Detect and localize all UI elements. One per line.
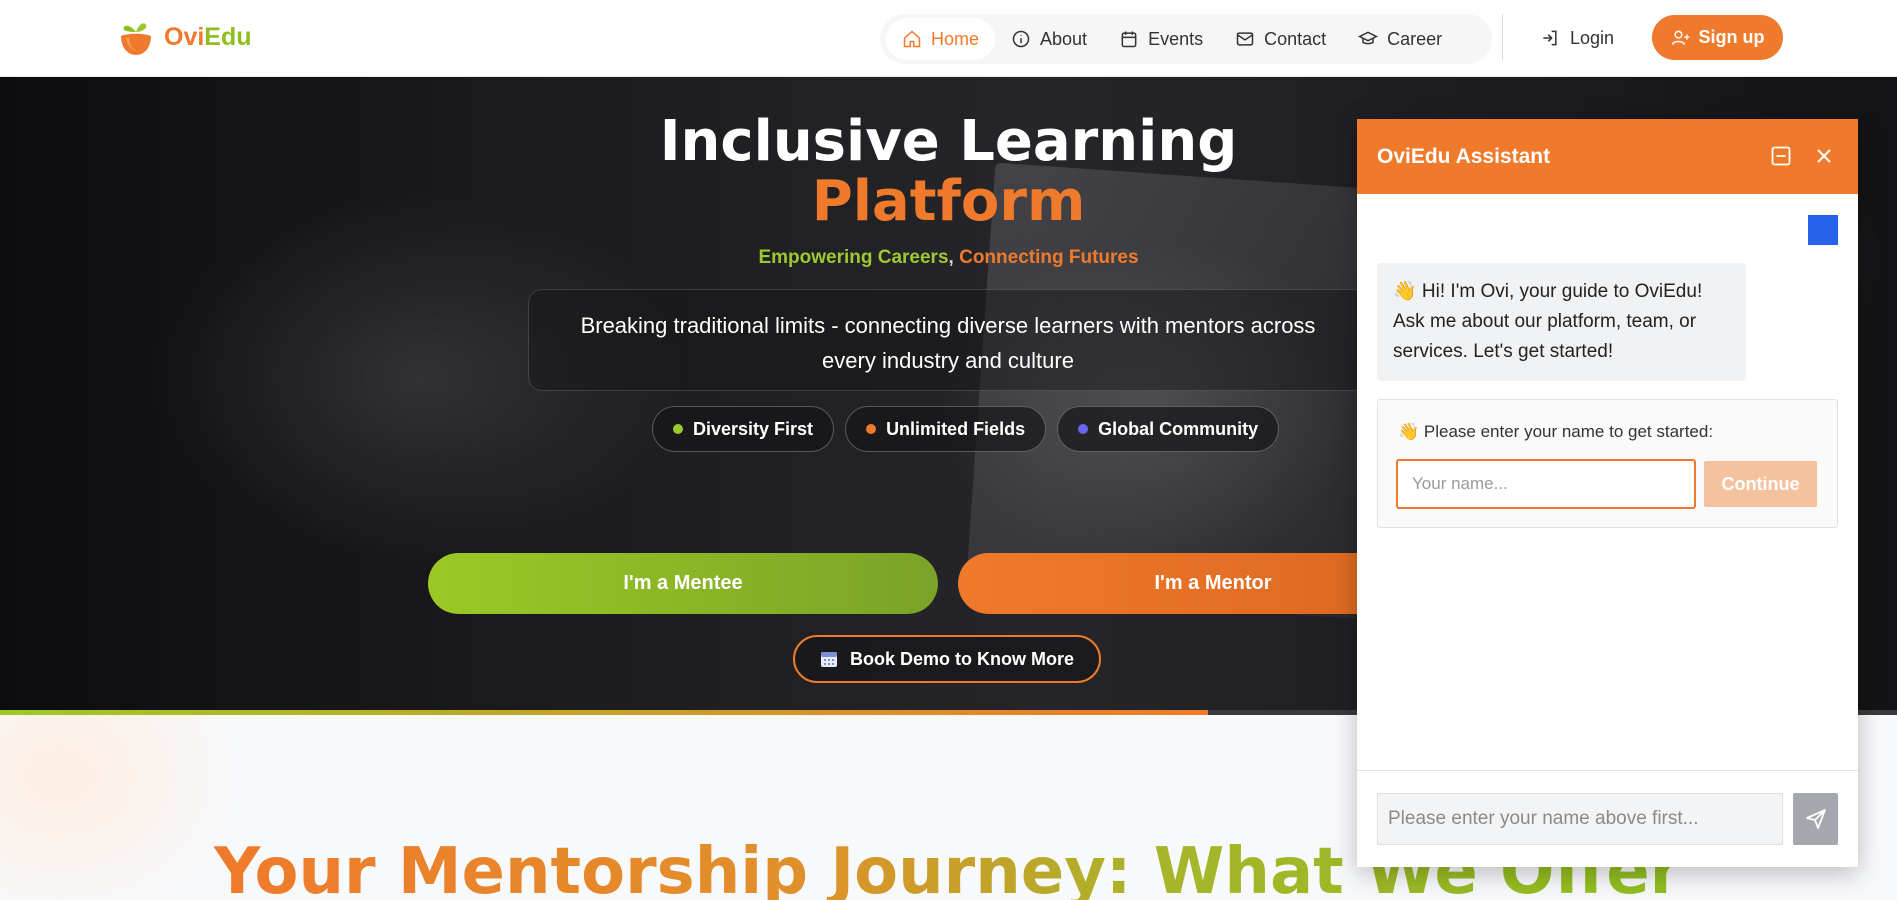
chat-footer — [1357, 770, 1858, 867]
login-button[interactable]: Login — [1540, 22, 1614, 54]
calendar-emoji-icon — [821, 652, 837, 667]
send-button[interactable] — [1793, 793, 1838, 845]
badge-label: Diversity First — [693, 418, 814, 439]
minimize-icon[interactable] — [1770, 145, 1792, 167]
brand-name: OviEdu — [164, 22, 252, 51]
nav-item-label: Home — [931, 28, 980, 49]
brand-logo[interactable]: OviEdu — [118, 18, 252, 56]
chat-title: OviEdu Assistant — [1377, 144, 1551, 168]
assistant-greeting-message: 👋 Hi! I'm Ovi, your guide to OviEdu! Ask… — [1377, 263, 1746, 381]
name-prompt: 👋 Please enter your name to get started: — [1398, 422, 1714, 441]
signup-button[interactable]: Sign up — [1652, 15, 1783, 60]
nav-divider — [1502, 14, 1503, 60]
hero-description: Breaking traditional limits - connecting… — [528, 289, 1368, 391]
chat-assistant-panel: OviEdu Assistant 👋 Hi! I'm Ovi, your gui… — [1357, 119, 1858, 867]
signup-label: Sign up — [1698, 27, 1765, 47]
nav-item-label: Contact — [1264, 28, 1327, 49]
home-icon — [903, 30, 921, 48]
nav-item-career[interactable]: Career — [1342, 18, 1458, 60]
nav-item-label: Career — [1387, 28, 1443, 49]
badge-dot — [866, 424, 877, 434]
mail-icon — [1236, 32, 1254, 46]
message-input[interactable] — [1377, 793, 1783, 845]
nav-item-label: About — [1040, 28, 1088, 49]
nav-item-contact[interactable]: Contact — [1219, 18, 1342, 60]
send-icon — [1805, 809, 1826, 829]
badge-dot — [673, 424, 683, 434]
continue-button[interactable]: Continue — [1704, 461, 1817, 507]
close-icon[interactable] — [1813, 145, 1835, 167]
calendar-icon — [1121, 31, 1137, 48]
graduation-cap-icon — [1358, 31, 1379, 45]
info-icon — [1012, 30, 1030, 48]
mentee-button[interactable]: I'm a Mentee — [428, 553, 938, 614]
nav-item-home[interactable]: Home — [886, 18, 996, 60]
chat-header: OviEdu Assistant — [1357, 119, 1858, 194]
login-label: Login — [1570, 27, 1615, 48]
user-plus-icon — [1671, 30, 1689, 45]
tagline-part2: Connecting Futures — [959, 247, 1139, 268]
feature-badges: Diversity First Unlimited Fields Global … — [652, 406, 1280, 452]
nav-item-events[interactable]: Events — [1103, 18, 1219, 60]
nav-item-about[interactable]: About — [995, 18, 1103, 60]
badge-dot — [1078, 424, 1089, 434]
badge-unlimited-fields: Unlimited Fields — [845, 406, 1047, 452]
user-avatar — [1808, 215, 1838, 245]
tagline-part1: Empowering Careers — [758, 247, 949, 268]
login-icon — [1543, 30, 1557, 46]
nav-item-label: Events — [1148, 28, 1204, 49]
main-navigation: Home About Events Contact Career — [880, 14, 1492, 64]
badge-global-community: Global Community — [1057, 406, 1280, 452]
book-demo-label: Book Demo to Know More — [850, 648, 1074, 669]
badge-label: Unlimited Fields — [886, 418, 1026, 439]
badge-label: Global Community — [1098, 418, 1259, 439]
name-input[interactable] — [1396, 459, 1696, 509]
name-entry-form: 👋 Please enter your name to get started:… — [1377, 399, 1838, 528]
fruit-logo-icon — [121, 23, 151, 55]
tagline-separator: , — [948, 247, 954, 268]
badge-diversity-first: Diversity First — [652, 406, 835, 452]
book-demo-button[interactable]: Book Demo to Know More — [793, 635, 1101, 683]
top-navbar: OviEdu Home About Events Contact Career … — [0, 0, 1897, 77]
